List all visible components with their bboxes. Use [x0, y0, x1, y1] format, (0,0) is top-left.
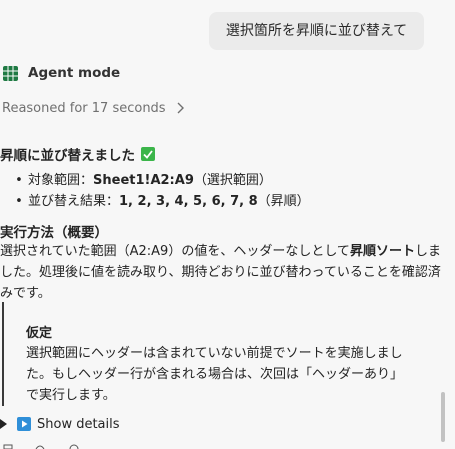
bullet-label: 並び替え結果：: [28, 194, 120, 209]
bullet-dot: •: [15, 173, 23, 188]
assumption-body: 選択範囲にヘッダーは含まれていない前提でソートを実施しました。もしヘッダー行が含…: [26, 346, 404, 403]
result-heading-text: 昇順に並び替えました: [0, 148, 135, 164]
agent-mode-label: Agent mode: [28, 65, 121, 81]
disclosure-triangle-icon: [0, 419, 7, 429]
result-list: • 対象範囲：Sheet1!A2:A9（選択範囲） • 並び替え結果：1, 2, 3…: [10, 170, 310, 212]
list-item: • 並び替え結果：1, 2, 3, 4, 5, 6, 7, 8（昇順）: [10, 191, 310, 212]
method-text: 選択されていた範囲（A2:A9）の値を、ヘッダーなしとして: [0, 244, 350, 259]
method-paragraph: 選択されていた範囲（A2:A9）の値を、ヘッダーなしとして昇順ソートしました。処…: [0, 241, 445, 304]
user-message-bubble: 選択箇所を昇順に並び替えて: [209, 12, 424, 50]
result-heading: 昇順に並び替えました: [0, 144, 155, 164]
show-details-toggle[interactable]: Show details: [0, 415, 120, 433]
list-item: • 対象範囲：Sheet1!A2:A9（選択範囲）: [10, 170, 310, 191]
message-actions-icons: [3, 444, 79, 449]
play-icon: [17, 417, 31, 431]
reasoning-label: Reasoned for 17 seconds: [2, 100, 166, 116]
bullet-dot: •: [15, 194, 23, 209]
chevron-right-icon: [177, 102, 184, 114]
method-heading: 実行方法（概要）: [0, 225, 108, 241]
method-bold-text: 昇順ソート: [349, 244, 415, 259]
bullet-label: 対象範囲：: [28, 173, 94, 188]
bullet-value: 1, 2, 3, 4, 5, 6, 7, 8: [119, 194, 258, 209]
scrollbar-thumb[interactable]: [441, 392, 445, 442]
bullet-suffix: （選択範囲）: [193, 173, 272, 188]
show-details-label: Show details: [37, 416, 120, 432]
reasoning-toggle[interactable]: Reasoned for 17 seconds: [2, 99, 184, 117]
bullet-value: Sheet1!A2:A9: [93, 173, 194, 188]
bullet-suffix: （昇順）: [257, 194, 310, 209]
assumption-title: 仮定: [26, 326, 53, 341]
grid-icon: [3, 65, 18, 81]
check-icon: [141, 147, 155, 161]
blockquote-bar: [2, 302, 4, 406]
agent-mode-row: Agent mode: [3, 63, 120, 83]
